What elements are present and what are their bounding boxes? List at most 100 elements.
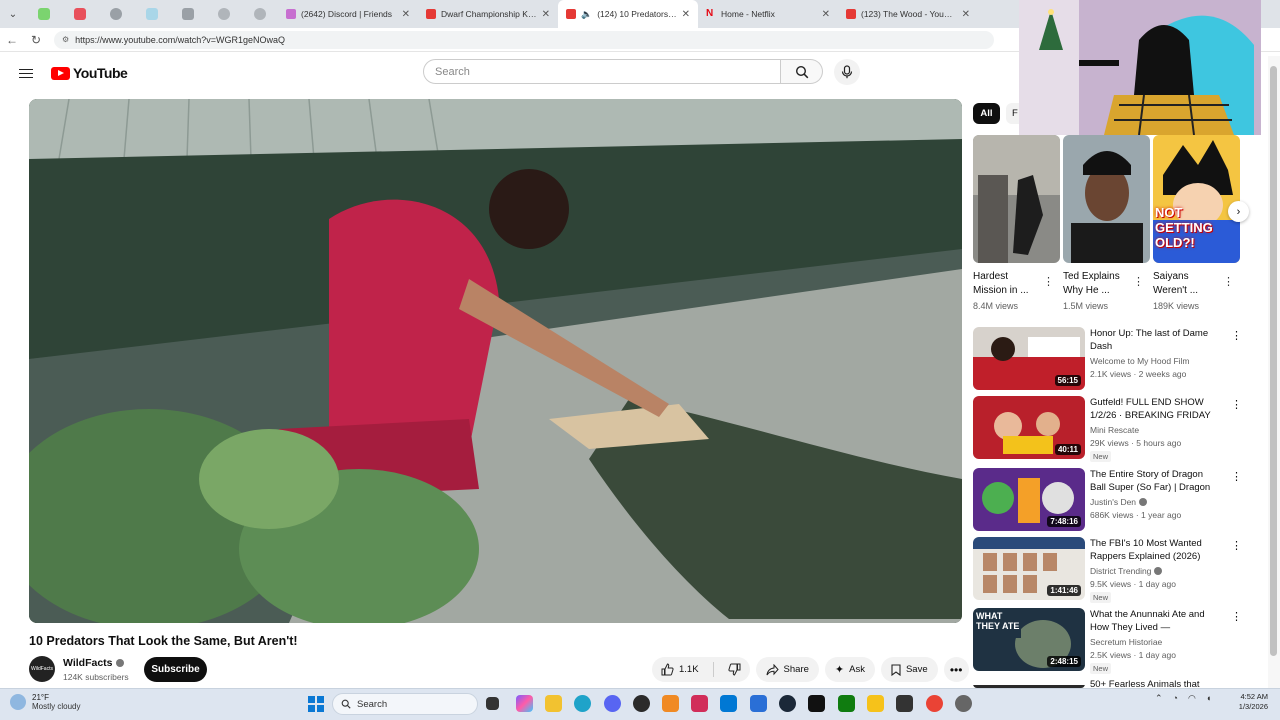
- app-icon[interactable]: [896, 695, 913, 712]
- video-title[interactable]: The Entire Story of Dragon Ball Super (S…: [1090, 468, 1220, 494]
- video-title[interactable]: The FBI's 10 Most Wanted Rappers Explain…: [1090, 537, 1220, 563]
- pinned-tab[interactable]: [242, 0, 278, 28]
- video-thumbnail[interactable]: WHAT THEY ATE 2:48:15: [973, 608, 1085, 671]
- browser-tab[interactable]: N Home - Netflix ✕: [698, 0, 838, 28]
- pinned-tab[interactable]: [134, 0, 170, 28]
- chevron-up-icon[interactable]: ⌃: [1155, 693, 1163, 704]
- video-title[interactable]: 50+ Fearless Animals that Don't ...: [1090, 680, 1220, 688]
- recommended-video[interactable]: 40:11 Gutfeld! FULL END SHOW 1/2/26 · BR…: [973, 396, 1258, 462]
- video-channel[interactable]: District Trending: [1090, 566, 1163, 576]
- url-field[interactable]: ⚙ https://www.youtube.com/watch?v=WGR1ge…: [54, 30, 994, 49]
- subscribe-button[interactable]: Subscribe: [144, 657, 207, 682]
- video-thumbnail[interactable]: 1:41:46: [973, 537, 1085, 600]
- browser-tab-active[interactable]: 🔈 (124) 10 Predators That L ✕: [558, 0, 698, 28]
- weather-widget[interactable]: 21°F Mostly cloudy: [10, 693, 80, 711]
- recommended-video[interactable]: 56:15 Honor Up: The last of Dame Dash We…: [973, 327, 1258, 391]
- video-thumbnail[interactable]: 40:11: [973, 396, 1085, 459]
- short-item[interactable]: Ted Explains Why He ... 1.5M views ⋮: [1063, 135, 1150, 311]
- xbox-icon[interactable]: [838, 695, 855, 712]
- recommended-video[interactable]: WHAT THEY ATE 2:48:15 What the Anunnaki …: [973, 608, 1258, 674]
- youtube-logo[interactable]: YouTube: [51, 65, 128, 81]
- close-icon[interactable]: ✕: [542, 9, 550, 20]
- shorts-next-button[interactable]: ›: [1228, 201, 1249, 222]
- more-vert-icon[interactable]: ⋮: [1231, 398, 1242, 411]
- browser-tab[interactable]: (2642) Discord | Friends ✕: [278, 0, 418, 28]
- short-title[interactable]: Ted Explains Why He ...: [1063, 270, 1133, 298]
- store-icon[interactable]: [720, 695, 737, 712]
- site-info-icon[interactable]: ⚙: [62, 35, 69, 44]
- video-title[interactable]: What the Anunnaki Ate and How They Lived…: [1090, 608, 1220, 634]
- pinned-tab[interactable]: [170, 0, 206, 28]
- video-channel[interactable]: Mini Rescate: [1090, 425, 1139, 435]
- taskbar-search[interactable]: Search: [332, 693, 478, 715]
- more-vert-icon[interactable]: ⋮: [1223, 275, 1234, 288]
- more-vert-icon[interactable]: ⋮: [1231, 470, 1242, 483]
- video-thumbnail[interactable]: 7:48:16: [973, 468, 1085, 531]
- video-title[interactable]: Gutfeld! FULL END SHOW 1/2/26 · BREAKING…: [1090, 396, 1220, 422]
- chip-all[interactable]: All: [973, 103, 1000, 124]
- speaker-icon[interactable]: 🔈: [581, 9, 592, 20]
- obs-icon[interactable]: [633, 695, 650, 712]
- video-thumbnail[interactable]: [973, 680, 1085, 688]
- short-thumbnail[interactable]: [973, 135, 1060, 263]
- scrollbar-thumb[interactable]: [1270, 66, 1277, 656]
- file-explorer-icon[interactable]: [545, 695, 562, 712]
- menu-hamburger-icon[interactable]: [19, 66, 33, 81]
- short-title[interactable]: Hardest Mission in ...: [973, 270, 1043, 298]
- wifi-icon[interactable]: ◠: [1188, 693, 1196, 704]
- outlook-icon[interactable]: [750, 695, 767, 712]
- tiktok-icon[interactable]: [808, 695, 825, 712]
- voice-search-button[interactable]: [834, 59, 860, 85]
- video-channel[interactable]: Justin's Den: [1090, 497, 1148, 507]
- network-icon[interactable]: ◔: [1173, 693, 1178, 704]
- pinned-tab[interactable]: [62, 0, 98, 28]
- channel-name-link[interactable]: WildFacts: [63, 657, 124, 669]
- taskbar-clock[interactable]: 4:52 AM 1/3/2026: [1228, 692, 1268, 712]
- steam-icon[interactable]: [779, 695, 796, 712]
- short-thumbnail[interactable]: [1063, 135, 1150, 263]
- video-title[interactable]: Honor Up: The last of Dame Dash: [1090, 327, 1220, 353]
- more-vert-icon[interactable]: ⋮: [1043, 275, 1054, 288]
- volume-icon[interactable]: ◖: [1206, 693, 1211, 704]
- app-icon[interactable]: [867, 695, 884, 712]
- video-channel[interactable]: Welcome to My Hood Film: [1090, 356, 1190, 366]
- like-button[interactable]: 1.1K: [652, 657, 708, 682]
- pinned-tab[interactable]: [206, 0, 242, 28]
- browser-tab[interactable]: Dwarf Championship KO - Yo ✕: [418, 0, 558, 28]
- edge-browser-icon[interactable]: [574, 695, 591, 712]
- close-icon[interactable]: ✕: [962, 9, 970, 20]
- dislike-button[interactable]: [719, 657, 750, 682]
- short-item[interactable]: Hardest Mission in ... 8.4M views ⋮: [973, 135, 1060, 311]
- settings-gear-icon[interactable]: [955, 695, 972, 712]
- channel-avatar[interactable]: WildFacts: [29, 656, 55, 682]
- recommended-video[interactable]: 1:41:46 The FBI's 10 Most Wanted Rappers…: [973, 537, 1258, 603]
- video-channel[interactable]: Secretum Historiae: [1090, 637, 1162, 647]
- back-arrow-icon[interactable]: ←: [0, 33, 24, 47]
- search-input[interactable]: Search: [423, 59, 781, 84]
- recommended-video[interactable]: 50+ Fearless Animals that Don't ...: [973, 680, 1258, 688]
- recommended-video[interactable]: 7:48:16 The Entire Story of Dragon Ball …: [973, 468, 1258, 532]
- app-icon[interactable]: [691, 695, 708, 712]
- copilot-icon[interactable]: [516, 695, 533, 712]
- search-button[interactable]: [781, 59, 823, 84]
- pinned-tab[interactable]: [26, 0, 62, 28]
- browser-tab[interactable]: (123) The Wood - YouTube ✕: [838, 0, 978, 28]
- short-title[interactable]: Saiyans Weren't ...: [1153, 270, 1223, 298]
- share-button[interactable]: Share: [755, 657, 819, 682]
- video-player[interactable]: [29, 99, 962, 623]
- tab-search-chevron-icon[interactable]: ⌄: [0, 0, 26, 28]
- short-item[interactable]: NOT GETTING OLD?! Saiyans Weren't ... 18…: [1153, 135, 1240, 311]
- more-vert-icon[interactable]: ⋮: [1133, 275, 1144, 288]
- chrome-icon[interactable]: [926, 695, 943, 712]
- reload-icon[interactable]: ↻: [24, 33, 48, 47]
- more-vert-icon[interactable]: ⋮: [1231, 329, 1242, 342]
- task-view-icon[interactable]: [486, 697, 499, 710]
- discord-icon[interactable]: [604, 695, 621, 712]
- more-vert-icon[interactable]: ⋮: [1231, 610, 1242, 623]
- close-icon[interactable]: ✕: [822, 9, 830, 20]
- more-vert-icon[interactable]: ⋮: [1231, 539, 1242, 552]
- pinned-tab[interactable]: [98, 0, 134, 28]
- more-actions-button[interactable]: •••: [943, 657, 969, 682]
- close-icon[interactable]: ✕: [402, 9, 410, 20]
- close-icon[interactable]: ✕: [682, 9, 690, 20]
